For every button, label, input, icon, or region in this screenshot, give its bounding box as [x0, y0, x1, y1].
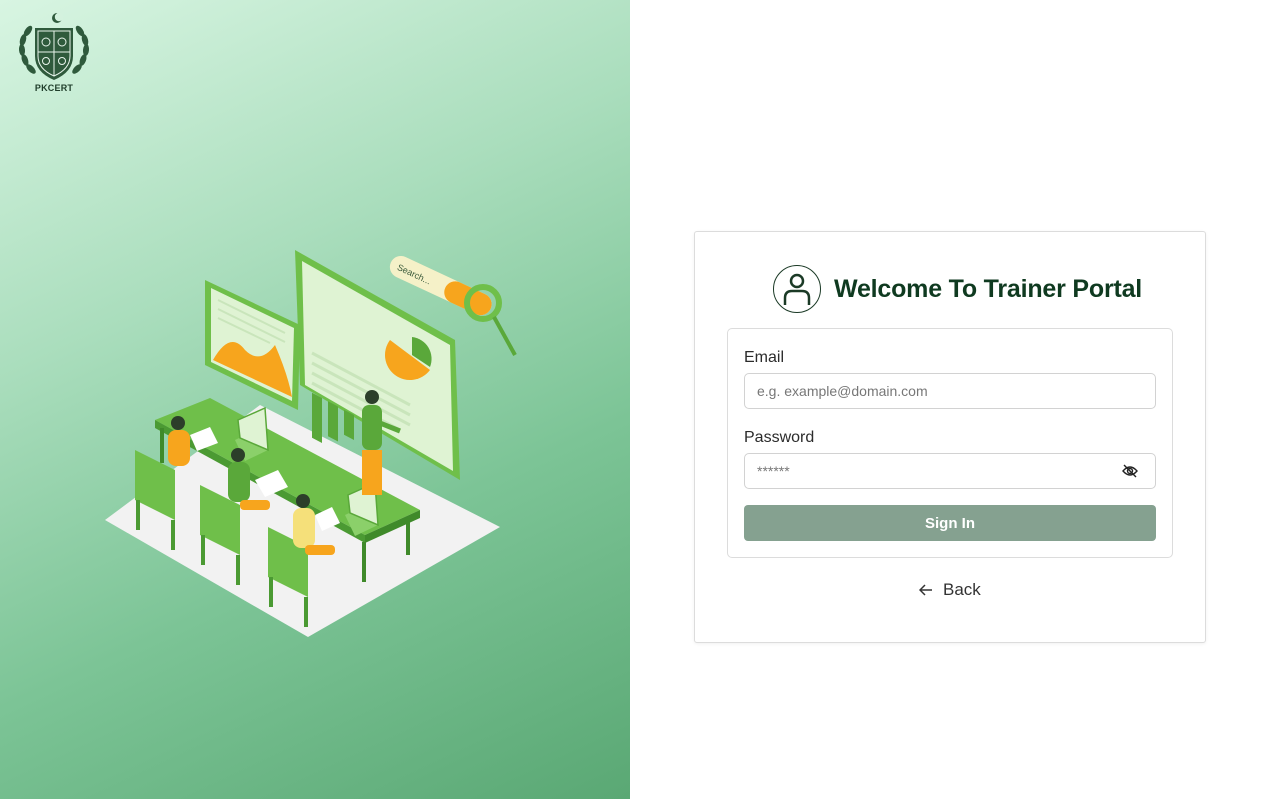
email-field[interactable] [744, 373, 1156, 409]
login-panel: Welcome To Trainer Portal Email Password… [630, 0, 1264, 799]
login-page: PKCERT Search... Welcome To Trainer Port… [0, 0, 1264, 799]
back-button[interactable]: Back [919, 580, 981, 600]
sign-in-button[interactable]: Sign In [744, 505, 1156, 541]
illustration-panel: PKCERT Search... [0, 0, 630, 799]
arrow-left-icon [919, 584, 933, 596]
meeting-illustration: Search... [105, 250, 517, 637]
password-field[interactable] [744, 453, 1156, 489]
email-label: Email [744, 349, 785, 366]
back-label: Back [943, 580, 981, 599]
login-card: Welcome To Trainer Portal Email Password… [694, 231, 1206, 643]
eye-off-icon[interactable] [1120, 462, 1140, 480]
card-header: Welcome To Trainer Portal [773, 264, 1142, 314]
logo-label: PKCERT [34, 83, 74, 93]
page-title: Welcome To Trainer Portal [834, 274, 1143, 303]
password-label: Password [744, 429, 815, 446]
user-icon [773, 265, 821, 313]
login-form: Email Password Sign In [727, 328, 1173, 558]
